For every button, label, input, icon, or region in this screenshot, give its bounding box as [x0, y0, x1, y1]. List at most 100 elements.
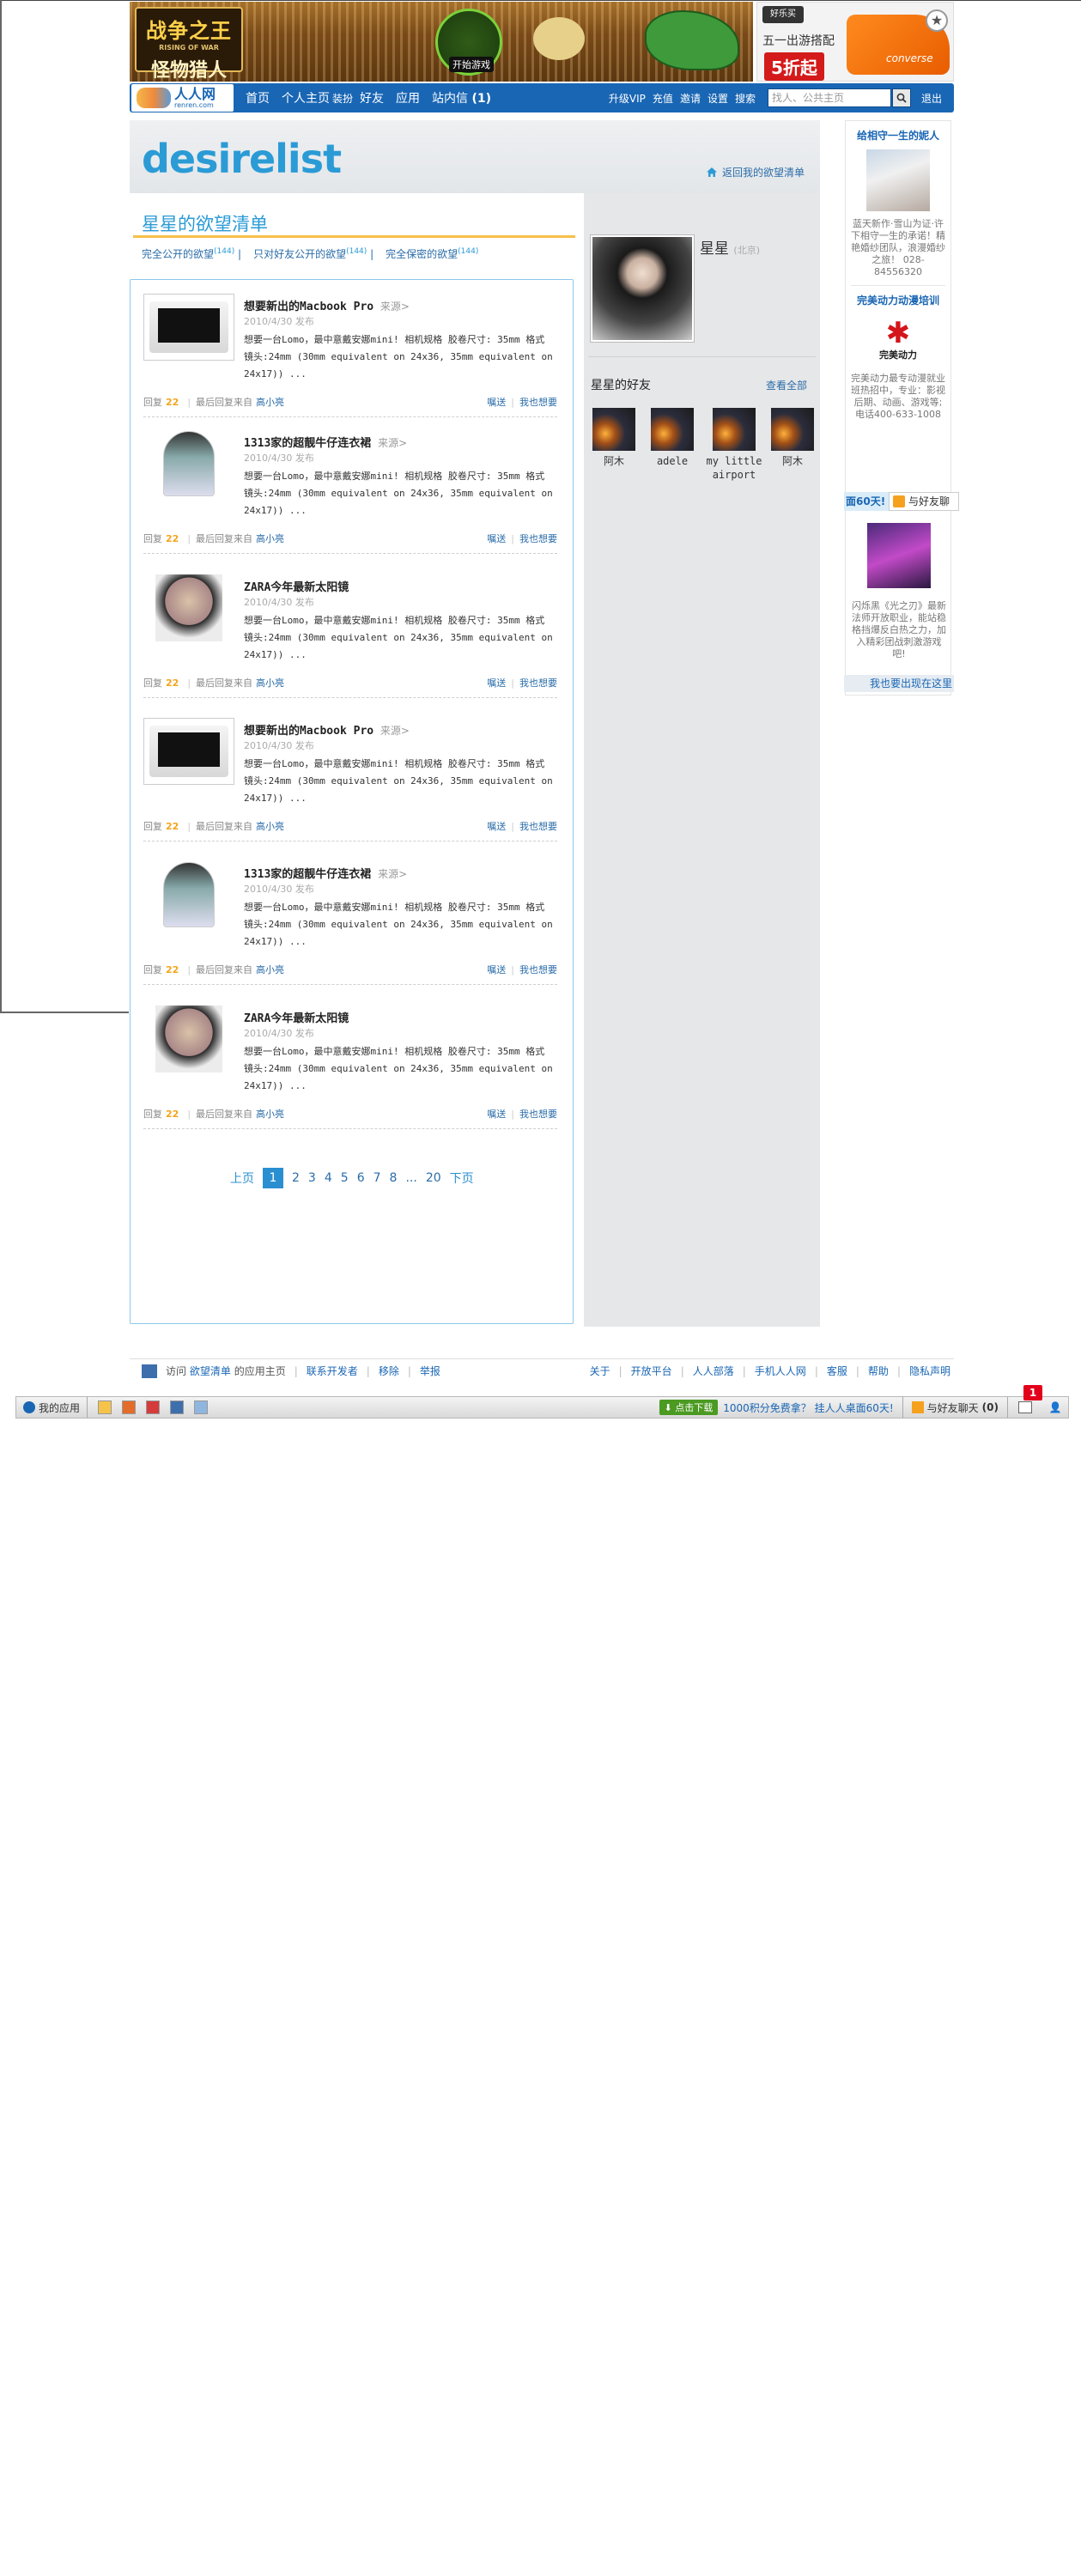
page-link[interactable]: 5 [341, 1171, 349, 1185]
want-too-link[interactable]: 我也想要 [519, 819, 557, 833]
want-too-link[interactable]: 我也想要 [519, 532, 557, 545]
wish-thumbnail[interactable] [143, 861, 234, 928]
footer-remove[interactable]: 移除 [379, 1364, 399, 1378]
desirelist-logo[interactable]: desirelist [142, 136, 342, 182]
forward-link[interactable]: 嘱送 [487, 532, 506, 545]
wish-title[interactable]: ZARA今年最新太阳镜 [244, 578, 349, 594]
renren-logo[interactable]: 人人网 renren.com [131, 84, 234, 112]
my-apps-button[interactable]: 我的应用 [16, 1397, 88, 1418]
footer-tribe[interactable]: 人人部落 [693, 1364, 734, 1378]
reply-link[interactable]: 回复 [143, 676, 162, 690]
page-link-last[interactable]: 20 [426, 1171, 441, 1185]
pencil-icon[interactable] [98, 1400, 112, 1414]
reply-link[interactable]: 回复 [143, 963, 162, 976]
photo-icon[interactable] [122, 1400, 137, 1414]
last-reply-user[interactable]: 高小亮 [256, 1107, 284, 1121]
friend-item[interactable]: 阿木 [764, 408, 821, 468]
cgpower-ad-logo[interactable]: ✱ 完美动力 [866, 314, 930, 366]
chat-button[interactable]: 与好友聊天 (0) [902, 1397, 1008, 1418]
wish-thumbnail[interactable] [143, 574, 234, 641]
forward-link[interactable]: 嘱送 [487, 395, 506, 409]
want-too-link[interactable]: 我也想要 [519, 676, 557, 690]
game-ad-banner[interactable]: 战争之王 RISING OF WAR 怪物猎人 开始游戏 [130, 2, 753, 82]
wish-thumbnail[interactable] [143, 1005, 234, 1072]
reply-link[interactable]: 回复 [143, 1107, 162, 1121]
shoe-ad-banner[interactable]: 好乐买 五一出游搭配 5折起 converse ★ [756, 2, 954, 82]
nav-recharge[interactable]: 充值 [653, 91, 673, 106]
reply-link[interactable]: 回复 [143, 819, 162, 833]
ad-tab-chat[interactable]: 与好友聊 [889, 492, 959, 511]
footer-mobile[interactable]: 手机人人网 [755, 1364, 806, 1378]
last-reply-user[interactable]: 高小亮 [256, 819, 284, 833]
page-link[interactable]: 2 [292, 1171, 300, 1185]
footer-app-link[interactable]: 欲望清单 [190, 1364, 231, 1378]
forward-link[interactable]: 嘱送 [487, 1107, 506, 1121]
user-status-button[interactable]: 👤 [1042, 1401, 1068, 1413]
wedding-ad-image[interactable] [866, 149, 930, 211]
forward-link[interactable]: 嘱送 [487, 819, 506, 833]
page-link[interactable]: 3 [308, 1171, 316, 1185]
wish-source-link[interactable]: 来源> [380, 725, 410, 737]
app-icon[interactable] [170, 1400, 185, 1414]
last-reply-user[interactable]: 高小亮 [256, 963, 284, 976]
ad1-title[interactable]: 给相守一生的妮人 [846, 128, 950, 143]
want-too-link[interactable]: 我也想要 [519, 963, 557, 976]
last-reply-user[interactable]: 高小亮 [256, 532, 284, 545]
footer-about[interactable]: 关于 [590, 1364, 610, 1378]
reply-link[interactable]: 回复 [143, 532, 162, 545]
search-button[interactable] [891, 88, 911, 107]
ad3-text[interactable]: 闪烁黑《光之刃》最新法师开放职业，能站稳格挡爆反白热之力，加入精彩团战刺激游戏吧… [846, 600, 952, 660]
tab-private[interactable]: 完全保密的欲望(144) [386, 246, 478, 261]
ad-tab-promo[interactable]: 面60天! [844, 492, 889, 511]
wish-source-link[interactable]: 来源> [378, 868, 407, 880]
friend-item[interactable]: 阿木 [586, 408, 642, 468]
desktop-promo-link[interactable]: 1000积分免费拿？ 挂人人桌面60天! [723, 1400, 893, 1415]
nav-settings[interactable]: 设置 [708, 91, 728, 106]
forward-link[interactable]: 嘱送 [487, 676, 506, 690]
wish-title[interactable]: ZARA今年最新太阳镜 [244, 1009, 349, 1025]
footer-support[interactable]: 客服 [827, 1364, 847, 1378]
ad2-title[interactable]: 完美动力动漫培训 [846, 293, 950, 307]
reply-link[interactable]: 回复 [143, 395, 162, 409]
ad1-text[interactable]: 蓝天新作·雪山为证·许下相守一生的承诺！精艳婚纱团队，浪漫婚纱之旅！ 028-8… [846, 218, 950, 278]
nav-dressup[interactable]: 装扮 [332, 91, 353, 106]
nav-friends[interactable]: 好友 [360, 89, 384, 106]
nav-upgrade-vip[interactable]: 升级VIP [609, 91, 646, 106]
wish-source-link[interactable]: 来源> [380, 301, 410, 313]
footer-help[interactable]: 帮助 [868, 1364, 889, 1378]
wish-thumbnail[interactable] [143, 718, 234, 785]
download-button[interactable]: ⬇ 点击下载 [659, 1400, 719, 1415]
logout-link[interactable]: 退出 [921, 91, 942, 106]
page-link[interactable]: 7 [373, 1171, 381, 1185]
wish-thumbnail[interactable] [143, 430, 234, 497]
footer-privacy[interactable]: 隐私声明 [909, 1364, 950, 1378]
page-link[interactable]: 4 [325, 1171, 332, 1185]
game-ad-image[interactable] [867, 523, 931, 588]
footer-report[interactable]: 举报 [420, 1364, 440, 1378]
profile-avatar[interactable] [590, 234, 695, 343]
page-link[interactable]: 6 [357, 1171, 365, 1185]
last-reply-user[interactable]: 高小亮 [256, 395, 284, 409]
nav-invite[interactable]: 邀请 [680, 91, 701, 106]
back-to-my-list-link[interactable]: 返回我的欲望清单 [706, 165, 805, 179]
want-too-link[interactable]: 我也想要 [519, 1107, 557, 1121]
friend-item[interactable]: adele [644, 408, 701, 468]
wish-title[interactable]: 想要新出的Macbook Pro 来源> [244, 297, 410, 313]
last-reply-user[interactable]: 高小亮 [256, 676, 284, 690]
wish-title[interactable]: 1313家的超靓牛仔连衣裙 来源> [244, 865, 407, 881]
ad2-text[interactable]: 完美动力最专动漫就业班热招中，专业：影视后期、动画、游戏等;电话400-633-… [846, 373, 950, 421]
wish-thumbnail[interactable] [143, 294, 234, 361]
prev-page-link[interactable]: 上页 [230, 1170, 254, 1187]
gift-icon[interactable] [146, 1400, 161, 1414]
notifications-button[interactable]: 1 [1008, 1385, 1042, 1418]
tab-friends-only[interactable]: 只对好友公开的欲望(144) | [253, 246, 373, 261]
wish-title[interactable]: 想要新出的Macbook Pro 来源> [244, 721, 410, 738]
search-input[interactable]: 找人、公共主页 [767, 88, 891, 107]
footer-open-platform[interactable]: 开放平台 [631, 1364, 672, 1378]
wish-title[interactable]: 1313家的超靓牛仔连衣裙 来源> [244, 434, 407, 450]
friend-item[interactable]: my little airport [702, 408, 766, 482]
nav-inbox[interactable]: 站内信 (1) [432, 89, 491, 106]
nav-profile[interactable]: 个人主页 [282, 89, 330, 106]
want-too-link[interactable]: 我也想要 [519, 395, 557, 409]
page-link[interactable]: 8 [390, 1171, 398, 1185]
